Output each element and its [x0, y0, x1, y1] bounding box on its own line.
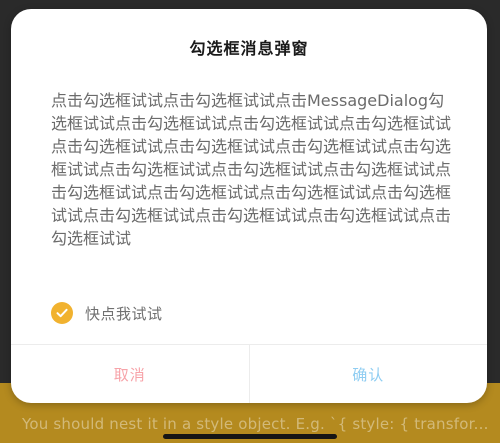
screen: You should nest it in a style object. E.… [0, 0, 500, 443]
dialog-footer: 取消 确认 [11, 344, 487, 403]
checkbox-row[interactable]: 快点我试试 [51, 301, 163, 325]
dialog-message: 点击勾选框试试点击勾选框试试点击MessageDialog勾选框试试点击勾选框试… [51, 91, 452, 248]
checkbox[interactable] [51, 302, 73, 324]
dialog-title: 勾选框消息弹窗 [189, 39, 309, 58]
home-indicator [163, 434, 337, 439]
confirm-button[interactable]: 确认 [250, 345, 488, 403]
background-error-text: You should nest it in a style object. E.… [22, 415, 489, 433]
checkbox-label[interactable]: 快点我试试 [85, 303, 163, 324]
cancel-button[interactable]: 取消 [11, 345, 249, 403]
check-icon [56, 308, 68, 318]
message-dialog: 勾选框消息弹窗 点击勾选框试试点击勾选框试试点击MessageDialog勾选框… [11, 9, 487, 403]
